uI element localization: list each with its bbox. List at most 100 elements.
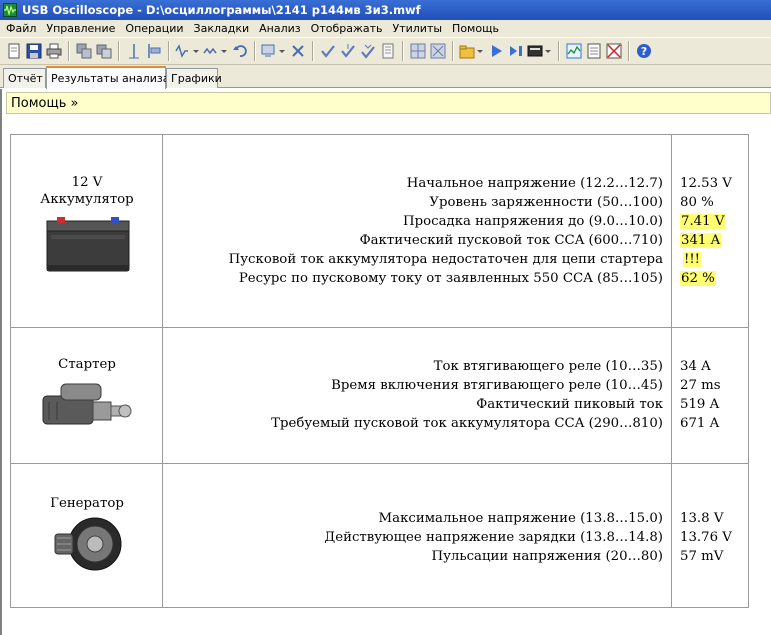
menu-help[interactable]: Помощь	[448, 22, 505, 35]
relay-current-label: Ток втягивающего реле (10…35)	[433, 359, 663, 374]
menu-bookmarks[interactable]: Закладки	[190, 22, 256, 35]
generator-component-cell: Генератор	[11, 464, 163, 607]
starter-component-cell: Стартер	[11, 328, 163, 463]
help-label: Помощь »	[11, 95, 79, 111]
grid-icon[interactable]	[408, 41, 428, 61]
tab-label: Отчёт	[8, 72, 43, 85]
initial-voltage-label: Начальное напряжение (12.2…12.7)	[406, 176, 663, 191]
check-icon[interactable]	[318, 41, 338, 61]
marker-icon[interactable]	[144, 41, 164, 61]
new-icon[interactable]	[4, 41, 24, 61]
copy-icon[interactable]	[74, 41, 94, 61]
oscilloscope-app-icon	[3, 3, 17, 17]
chart-icon[interactable]	[564, 41, 584, 61]
battery-labels-cell: Начальное напряжение (12.2…12.7) Уровень…	[163, 135, 672, 327]
menu-view[interactable]: Отображать	[307, 22, 389, 35]
required-cca-label: Требуемый пусковой ток аккумулятора CCA …	[271, 416, 663, 431]
peak-current-value: 519 A	[680, 397, 720, 412]
menu-file[interactable]: Файл	[2, 22, 42, 35]
battery-values-cell: 12.53 V 80 % 7.41 V 341 A !!! 62 %	[672, 135, 748, 327]
battery-voltage-label: 12 V	[71, 175, 103, 190]
generator-values-cell: 13.8 V 13.76 V 57 mV	[672, 464, 748, 607]
toolbar-separator	[558, 41, 560, 61]
toolbar-separator	[254, 41, 256, 61]
undo-icon[interactable]	[230, 41, 250, 61]
initial-voltage-value: 12.53 V	[680, 176, 732, 191]
play-icon[interactable]	[486, 41, 506, 61]
charge-level-label: Уровень заряженности (50…100)	[429, 195, 663, 210]
highlight: 62 %	[680, 271, 716, 286]
analysis-results-panel: Помощь » 12 V Аккумулятор Начальное напр…	[0, 89, 771, 635]
starter-labels-cell: Ток втягивающего реле (10…35) Время вклю…	[163, 328, 672, 463]
print-icon[interactable]	[44, 41, 64, 61]
ripple-label: Пульсации напряжения (20…80)	[431, 549, 664, 564]
tab-graphs[interactable]: Графики	[166, 68, 222, 88]
svg-text:?: ?	[641, 45, 647, 58]
check-down-icon[interactable]	[338, 41, 358, 61]
battery-title: Аккумулятор	[40, 192, 134, 207]
peak-current-label: Фактический пиковый ток	[476, 397, 663, 412]
relay-time-value: 27 ms	[680, 378, 721, 393]
charge-level-value: 80 %	[680, 195, 714, 210]
toolbar-separator	[312, 41, 314, 61]
generator-section: Генератор Максимальное напряжение (13.8……	[11, 464, 748, 607]
cca-resource-label: Ресурс по пусковому току от заявленных 5…	[238, 271, 663, 286]
cca-insufficient-value: !!!	[683, 250, 702, 269]
open-folder-icon[interactable]	[458, 41, 486, 61]
toolbar: ?	[0, 37, 771, 65]
document-icon[interactable]	[378, 41, 398, 61]
highlight: 7.41 V	[680, 214, 726, 229]
voltage-drop-value: 7.41 V	[680, 212, 726, 231]
cca-insufficient-label: Пусковой ток аккумулятора недостаточен д…	[228, 252, 663, 267]
max-voltage-label: Максимальное напряжение (13.8…15.0)	[378, 511, 663, 526]
battery-component-cell: 12 V Аккумулятор	[11, 135, 163, 327]
step-icon[interactable]	[506, 41, 526, 61]
battery-section: 12 V Аккумулятор Начальное напряжение (1…	[11, 135, 748, 328]
relay-time-label: Время включения втягивающего реле (10…45…	[331, 378, 663, 393]
generator-image	[53, 516, 123, 576]
paste-icon[interactable]	[94, 41, 114, 61]
starter-title: Стартер	[58, 357, 116, 372]
window-title: USB Oscilloscope - D:\осциллограммы\2141…	[22, 3, 421, 17]
max-voltage-value: 13.8 V	[680, 511, 724, 526]
toolbar-separator	[118, 41, 120, 61]
signal-icon[interactable]	[202, 41, 230, 61]
check-multi-icon[interactable]	[358, 41, 378, 61]
toolbar-separator	[452, 41, 454, 61]
record-icon[interactable]	[526, 41, 554, 61]
delete-icon[interactable]	[288, 41, 308, 61]
starter-image	[39, 378, 137, 438]
tab-report[interactable]: Отчёт	[3, 68, 46, 88]
table-icon[interactable]	[584, 41, 604, 61]
actual-cca-value: 341 A	[680, 231, 722, 250]
ripple-value: 57 mV	[680, 549, 724, 564]
grid-x-icon[interactable]	[428, 41, 448, 61]
menu-analysis[interactable]: Анализ	[255, 22, 307, 35]
no-chart-icon[interactable]	[604, 41, 624, 61]
zoom-icon[interactable]	[260, 41, 288, 61]
tab-analysis-results[interactable]: Результаты анализа	[46, 66, 170, 89]
toolbar-separator	[628, 41, 630, 61]
generator-title: Генератор	[50, 496, 124, 511]
help-toggle[interactable]: Помощь »	[6, 92, 771, 114]
toolbar-separator	[402, 41, 404, 61]
waveform-icon[interactable]	[174, 41, 202, 61]
toolbar-separator	[68, 41, 70, 61]
menu-control[interactable]: Управление	[42, 22, 121, 35]
cursor-icon[interactable]	[124, 41, 144, 61]
menu-bar: Файл Управление Операции Закладки Анализ…	[0, 20, 771, 37]
battery-image	[43, 215, 133, 279]
relay-current-value: 34 A	[680, 359, 711, 374]
save-icon[interactable]	[24, 41, 44, 61]
highlight: 341 A	[680, 233, 722, 248]
tab-label: Графики	[171, 72, 222, 85]
tab-strip: Отчёт Результаты анализа Графики	[0, 65, 771, 89]
tab-label: Результаты анализа	[51, 72, 170, 85]
starter-section: Стартер Ток втягивающего реле (10…35) Вр…	[11, 328, 748, 464]
menu-utilities[interactable]: Утилиты	[389, 22, 449, 35]
cca-resource-value: 62 %	[680, 269, 716, 288]
help-icon[interactable]: ?	[634, 41, 654, 61]
charging-voltage-value: 13.76 V	[680, 530, 732, 545]
menu-operations[interactable]: Операции	[121, 22, 189, 35]
voltage-drop-label: Просадка напряжения до (9.0…10.0)	[403, 214, 663, 229]
